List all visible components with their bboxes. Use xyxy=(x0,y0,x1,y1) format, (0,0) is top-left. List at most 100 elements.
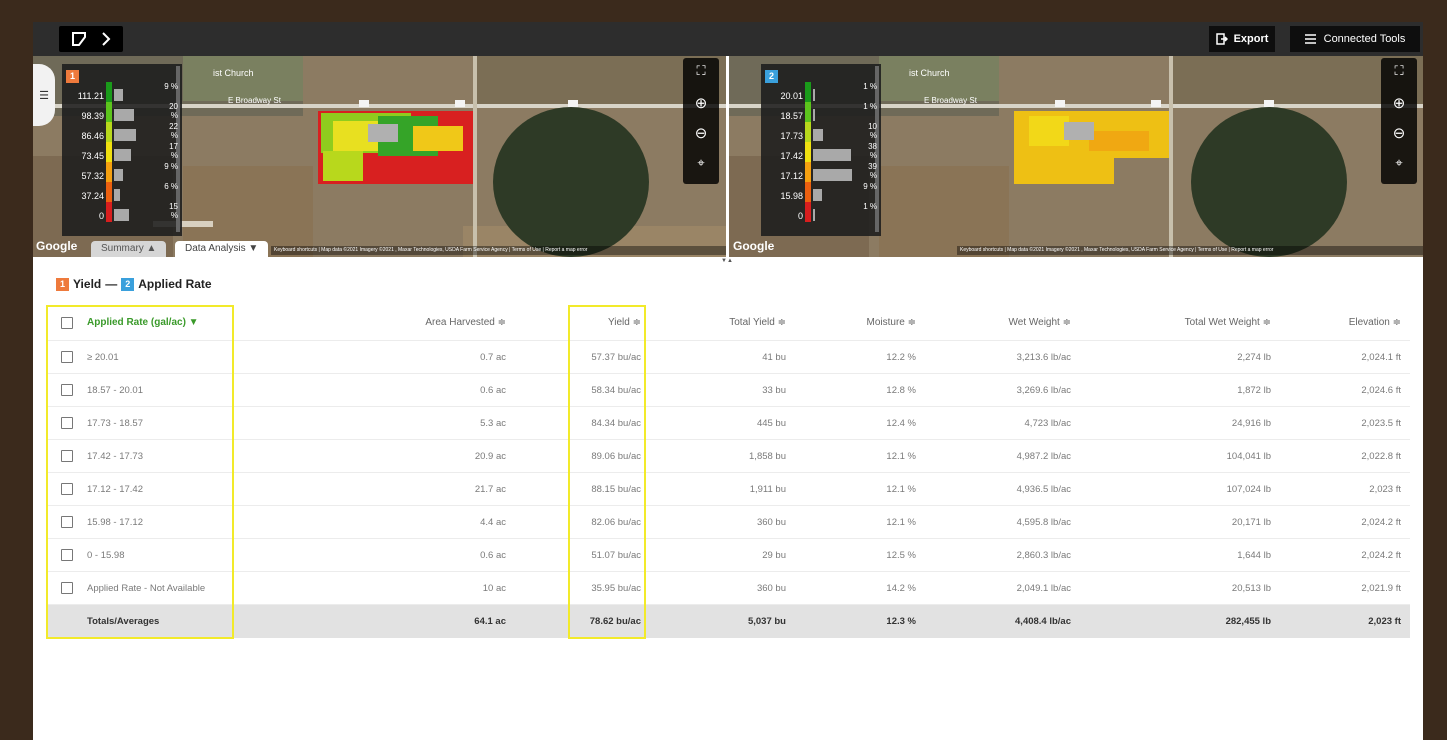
legend-histogram-bar xyxy=(114,149,131,161)
chevron-right-icon[interactable] xyxy=(101,31,111,47)
cell-moisture: 14.2 % xyxy=(886,582,916,594)
legend-swatch xyxy=(106,142,112,162)
legend-swatch xyxy=(106,82,112,102)
header-wet-weight[interactable]: Wet Weight ≑ xyxy=(936,305,1071,340)
cell-wet-weight: 4,936.5 lb/ac xyxy=(1016,483,1071,495)
layer-1-label: Yield xyxy=(73,277,102,291)
legend-percent: 22 % xyxy=(169,122,178,140)
legend-value: 37.24 xyxy=(81,191,104,201)
map-attribution: Keyboard shortcuts | Map data ©2021 Imag… xyxy=(957,246,1423,255)
place-label: ist Church xyxy=(213,68,254,78)
export-button[interactable]: Export xyxy=(1209,26,1275,52)
cell-moisture: 12.4 % xyxy=(886,417,916,429)
export-icon xyxy=(1215,33,1228,45)
cell-wet-weight: 4,595.8 lb/ac xyxy=(1016,516,1071,528)
legend-percent: 6 % xyxy=(164,182,178,191)
header-elevation[interactable]: Elevation ≑ xyxy=(1296,305,1401,340)
table-row[interactable]: 18.57 - 20.01 0.6 ac 58.34 bu/ac 33 bu 12.8 … xyxy=(46,374,1410,407)
legend-value: 86.46 xyxy=(81,131,104,141)
legend-histogram-bar xyxy=(114,209,129,221)
legend-histogram-bar xyxy=(813,109,815,121)
comparison-table: Applied Rate (gal/ac) ▼ Area Harvested ≑ Y… xyxy=(46,305,1410,639)
zoom-out-icon[interactable]: ⊖ xyxy=(683,124,719,142)
resize-handle-icon[interactable]: ▼▲ xyxy=(721,258,733,264)
cell-wet-weight: 4,987.2 lb/ac xyxy=(1016,450,1071,462)
highlight-yield-column xyxy=(568,305,646,639)
table-header-row: Applied Rate (gal/ac) ▼ Area Harvested ≑ Y… xyxy=(46,305,1410,341)
table-row[interactable]: 17.42 - 17.73 20.9 ac 89.06 bu/ac 1,858 bu 1… xyxy=(46,440,1410,473)
legend-histogram-bar xyxy=(114,169,123,181)
menu-icon xyxy=(1304,34,1316,44)
legend-value: 57.32 xyxy=(81,171,104,181)
zoom-in-icon[interactable]: ⊕ xyxy=(683,94,719,112)
cell-elevation: 2,023 ft xyxy=(1368,616,1401,627)
place-label: ist Church xyxy=(909,68,950,78)
legend-value: 17.42 xyxy=(780,151,803,161)
legend-swatch xyxy=(805,102,811,122)
cell-elevation: 2,021.9 ft xyxy=(1361,582,1401,594)
legend-swatch xyxy=(106,162,112,182)
tab-summary[interactable]: Summary ▲ xyxy=(91,241,167,257)
tab-data-analysis[interactable]: Data Analysis ▼ xyxy=(175,241,269,257)
legend-value: 18.57 xyxy=(780,111,803,121)
header-moisture[interactable]: Moisture ≑ xyxy=(806,305,916,340)
cell-total-yield: 360 bu xyxy=(756,516,786,528)
layer-badge: 2 xyxy=(765,70,778,83)
cell-area-harvested: 21.7 ac xyxy=(474,483,506,495)
table-row[interactable]: 15.98 - 17.12 4.4 ac 82.06 bu/ac 360 bu 12.1… xyxy=(46,506,1410,539)
legend-value: 20.01 xyxy=(780,91,803,101)
legend-histogram-bar xyxy=(114,189,120,201)
road-label: E Broadway St xyxy=(228,96,281,105)
legend-percent: 1 % xyxy=(863,82,877,91)
cell-moisture: 12.1 % xyxy=(886,483,916,495)
cell-moisture: 12.1 % xyxy=(886,450,916,462)
layer-2-label: Applied Rate xyxy=(138,277,212,291)
legend-value: 15.98 xyxy=(780,191,803,201)
cell-area-harvested: 64.1 ac xyxy=(474,616,506,627)
cell-area-harvested: 4.4 ac xyxy=(480,516,506,528)
legend-histogram-bar xyxy=(813,189,822,201)
map-panel-applied-rate[interactable]: 2 20.01 1 % 18.57 1 % 17.73 10 % 17.42 38 % 17.1… xyxy=(729,56,1423,257)
cell-total-yield: 5,037 bu xyxy=(747,616,786,627)
header-area-harvested[interactable]: Area Harvested ≑ xyxy=(316,305,506,340)
legend-percent: 9 % xyxy=(863,182,877,191)
table-row[interactable]: 17.73 - 18.57 5.3 ac 84.34 bu/ac 445 bu 12.4… xyxy=(46,407,1410,440)
legend-swatch xyxy=(106,182,112,202)
legend-percent: 1 % xyxy=(863,202,877,211)
legend-percent: 20 % xyxy=(169,102,178,120)
draw-polygon-button[interactable] xyxy=(59,26,123,52)
map-panel-yield[interactable]: ☰ 1 111.21 9 % 98.39 20 % 86.46 22 % 73.45 17 %… xyxy=(33,56,726,257)
header-total-wet-weight[interactable]: Total Wet Weight ≑ xyxy=(1096,305,1271,340)
legend-histogram-bar xyxy=(813,89,815,101)
zoom-in-icon[interactable]: ⊕ xyxy=(1381,94,1417,112)
sidebar-toggle[interactable]: ☰ xyxy=(33,64,55,126)
legend-swatch xyxy=(805,142,811,162)
legend-value: 0 xyxy=(797,211,803,221)
table-row[interactable]: 0 - 15.98 0.6 ac 51.07 bu/ac 29 bu 12.5 % 2,8… xyxy=(46,539,1410,572)
header-total-yield[interactable]: Total Yield ≑ xyxy=(666,305,786,340)
cell-wet-weight: 2,860.3 lb/ac xyxy=(1016,549,1071,561)
legend-swatch xyxy=(805,182,811,202)
legend-value: 73.45 xyxy=(81,151,104,161)
legend-percent: 9 % xyxy=(164,82,178,91)
table-row[interactable]: 17.12 - 17.42 21.7 ac 88.15 bu/ac 1,911 bu 1… xyxy=(46,473,1410,506)
legend-value: 17.73 xyxy=(780,131,803,141)
table-row[interactable]: ≥ 20.01 0.7 ac 57.37 bu/ac 41 bu 12.2 % 3,213… xyxy=(46,341,1410,374)
cell-total-wet-weight: 104,041 lb xyxy=(1226,450,1271,462)
location-pin-icon[interactable]: ⌖ xyxy=(1381,155,1417,171)
location-pin-icon[interactable]: ⌖ xyxy=(683,155,719,171)
fullscreen-icon[interactable]: ⛶ xyxy=(1381,63,1417,79)
fullscreen-icon[interactable]: ⛶ xyxy=(683,63,719,79)
cell-elevation: 2,023.5 ft xyxy=(1361,417,1401,429)
cell-elevation: 2,024.6 ft xyxy=(1361,384,1401,396)
map-controls: ⛶ ⊕ ⊖ ⌖ xyxy=(683,58,719,184)
zoom-out-icon[interactable]: ⊖ xyxy=(1381,124,1417,142)
cell-elevation: 2,024.2 ft xyxy=(1361,549,1401,561)
table-row[interactable]: Applied Rate - Not Available 10 ac 35.95 b… xyxy=(46,572,1410,605)
cell-moisture: 12.8 % xyxy=(886,384,916,396)
cell-total-yield: 41 bu xyxy=(762,351,786,363)
connected-tools-button[interactable]: Connected Tools xyxy=(1290,26,1420,52)
cell-wet-weight: 3,269.6 lb/ac xyxy=(1016,384,1071,396)
legend-percent: 39 % xyxy=(868,162,877,180)
cell-total-wet-weight: 20,513 lb xyxy=(1231,582,1271,594)
